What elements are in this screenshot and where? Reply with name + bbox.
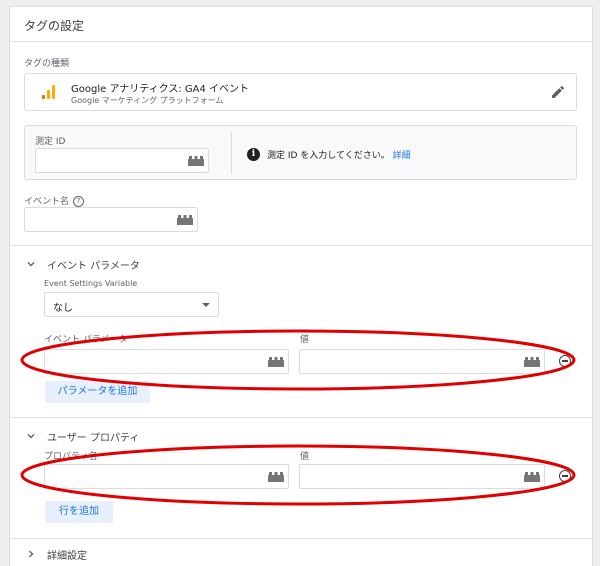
measurement-id-box: 測定 ID i 測定 ID を入力してください。 詳細 [24, 125, 577, 180]
dropdown-caret-icon [202, 303, 210, 307]
event-param-value-column-label: 値 [300, 335, 310, 345]
event-param-column-label: イベント パラメータ [44, 335, 128, 345]
measurement-info: 測定 ID を入力してください。 詳細 [267, 148, 411, 161]
info-icon: i [247, 148, 260, 161]
user-props-section-title[interactable]: ユーザー プロパティ [47, 429, 139, 444]
measurement-id-label: 測定 ID [35, 137, 66, 147]
event-param-name-input[interactable] [44, 349, 289, 374]
variable-picker-icon[interactable] [524, 357, 540, 367]
variable-picker-icon[interactable] [268, 357, 284, 367]
user-prop-value-input[interactable] [299, 464, 545, 489]
event-name-label: イベント名? [24, 194, 85, 207]
event-param-value-input[interactable] [299, 349, 545, 374]
tag-type-card[interactable]: Google アナリティクス: GA4 イベント Google マーケティング … [24, 73, 577, 111]
user-prop-column-label: プロパティ名 [44, 452, 98, 462]
event-name-input[interactable] [24, 207, 198, 232]
variable-picker-icon[interactable] [524, 472, 540, 482]
remove-row-icon[interactable] [559, 355, 571, 367]
variable-picker-icon[interactable] [177, 215, 193, 225]
variable-picker-icon[interactable] [188, 156, 204, 166]
panel-title: タグの設定 [24, 19, 85, 33]
advanced-settings-section-title[interactable]: 詳細設定 [47, 547, 87, 562]
remove-row-icon[interactable] [559, 470, 571, 482]
add-parameter-button[interactable]: パラメータを追加 [45, 381, 150, 403]
add-row-button[interactable]: 行を追加 [45, 501, 113, 523]
tag-type-label: タグの種類 [24, 59, 70, 69]
event-settings-variable-label: Event Settings Variable [44, 279, 138, 288]
event-name-label-text: イベント名 [24, 197, 70, 207]
chevron-down-icon[interactable] [27, 260, 35, 268]
measurement-info-text: 測定 ID を入力してください。 [267, 151, 390, 161]
variable-picker-icon[interactable] [268, 472, 284, 482]
event-settings-variable-select[interactable]: なし [44, 292, 219, 317]
help-icon[interactable]: ? [73, 196, 85, 207]
chevron-down-icon[interactable] [27, 432, 35, 440]
user-prop-value-column-label: 値 [300, 452, 310, 462]
google-analytics-icon [42, 85, 56, 99]
edit-pencil-icon[interactable] [550, 84, 566, 100]
event-settings-variable-value: なし [53, 303, 73, 314]
tag-config-panel: タグの設定 タグの種類 Google アナリティクス: GA4 イベント Goo… [9, 6, 593, 566]
section-divider [10, 538, 592, 539]
chevron-right-icon[interactable] [27, 550, 35, 558]
section-divider [10, 417, 592, 418]
measurement-divider [231, 132, 232, 174]
tag-type-name: Google アナリティクス: GA4 イベント [71, 84, 250, 95]
user-prop-name-input[interactable] [44, 464, 289, 489]
measurement-id-input[interactable] [35, 148, 209, 173]
tag-type-provider: Google マーケティング プラットフォーム [71, 96, 224, 105]
title-divider [10, 41, 592, 42]
section-divider [10, 245, 592, 246]
learn-more-link[interactable]: 詳細 [393, 151, 411, 161]
event-params-section-title[interactable]: イベント パラメータ [47, 257, 140, 272]
